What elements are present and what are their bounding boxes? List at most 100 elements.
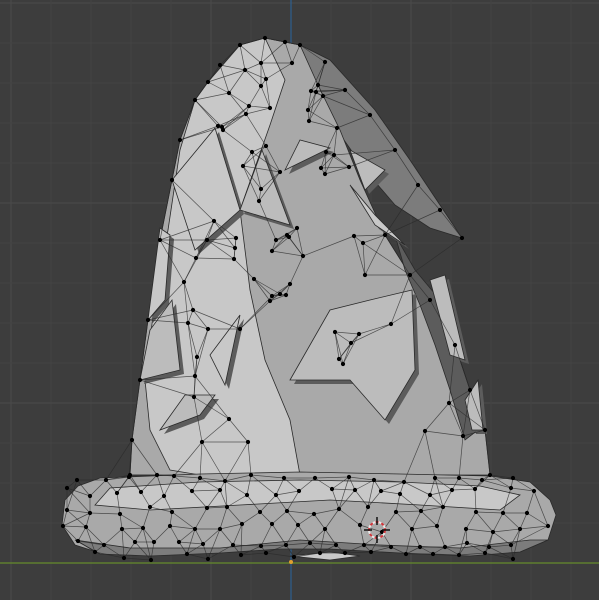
mesh-vertex[interactable] (117, 511, 123, 517)
mesh-vertex[interactable] (245, 439, 251, 445)
mesh-vertex[interactable] (249, 149, 255, 155)
mesh-vertex[interactable] (283, 292, 289, 298)
mesh-vertex[interactable] (263, 143, 269, 149)
mesh-vertex[interactable] (318, 165, 324, 171)
mesh-vertex[interactable] (145, 317, 151, 323)
mesh-vertex[interactable] (351, 233, 357, 239)
mesh-vertex[interactable] (510, 475, 516, 481)
mesh-vertex[interactable] (464, 540, 470, 546)
mesh-vertex[interactable] (154, 472, 160, 478)
mesh-vertex[interactable] (237, 326, 243, 332)
mesh-vertex[interactable] (360, 240, 366, 246)
mesh-vertex[interactable] (140, 525, 146, 531)
mesh-vertex[interactable] (244, 492, 250, 498)
mesh-vertex[interactable] (346, 164, 352, 170)
mesh-vertex[interactable] (418, 508, 424, 514)
mesh-vertex[interactable] (262, 35, 268, 41)
mesh-vertex[interactable] (87, 493, 93, 499)
mesh-vertex[interactable] (226, 90, 232, 96)
mesh-vertex[interactable] (291, 554, 297, 560)
mesh-vertex[interactable] (417, 544, 423, 550)
mesh-vertex[interactable] (446, 400, 452, 406)
mesh-vertex[interactable] (167, 523, 173, 529)
mesh-vertex[interactable] (437, 207, 443, 213)
mesh-vertex[interactable] (313, 89, 319, 95)
mesh-vertex[interactable] (189, 488, 195, 494)
mesh-vertex[interactable] (434, 523, 440, 529)
mesh-vertex[interactable] (238, 552, 244, 558)
mesh-vertex[interactable] (197, 475, 203, 481)
mesh-vertex[interactable] (132, 539, 138, 545)
mesh-vertex[interactable] (365, 504, 371, 510)
mesh-vertex[interactable] (392, 147, 398, 153)
mesh-vertex[interactable] (129, 437, 135, 443)
mesh-vertex[interactable] (161, 493, 167, 499)
mesh-vertex[interactable] (258, 186, 264, 192)
mesh-vertex[interactable] (545, 523, 551, 529)
mesh-vertex[interactable] (119, 526, 125, 532)
mesh-vertex[interactable] (230, 542, 236, 548)
mesh-vertex[interactable] (289, 60, 295, 66)
mesh-vertex[interactable] (193, 255, 199, 261)
mesh-vertex[interactable] (401, 479, 407, 485)
mesh-vertex[interactable] (169, 509, 175, 515)
mesh-vertex[interactable] (479, 477, 485, 483)
mesh-vertex[interactable] (378, 488, 384, 494)
mesh-vertex[interactable] (333, 542, 339, 548)
mesh-vertex[interactable] (169, 177, 175, 183)
mesh-vertex[interactable] (407, 272, 413, 278)
mesh-vertex[interactable] (388, 544, 394, 550)
mesh-vertex[interactable] (294, 225, 300, 231)
mesh-vertex[interactable] (531, 488, 537, 494)
mesh-vertex[interactable] (283, 542, 289, 548)
mesh-vertex[interactable] (500, 510, 506, 516)
mesh-vertex[interactable] (346, 474, 352, 480)
mesh-vertex[interactable] (306, 118, 312, 124)
mesh-vertex[interactable] (263, 550, 269, 556)
viewport-canvas[interactable] (0, 0, 599, 600)
mesh-vertex[interactable] (246, 103, 252, 109)
mesh-vertex[interactable] (460, 433, 466, 439)
wizard-hat-mesh[interactable] (60, 35, 557, 563)
mesh-vertex[interactable] (508, 485, 514, 491)
mesh-vertex[interactable] (257, 509, 263, 515)
mesh-vertex[interactable] (322, 59, 328, 65)
mesh-vertex[interactable] (251, 276, 257, 282)
mesh-vertex[interactable] (459, 235, 465, 241)
mesh-vertex[interactable] (226, 416, 232, 422)
mesh-vertex[interactable] (331, 152, 337, 158)
mesh-vertex[interactable] (427, 492, 433, 498)
mesh-vertex[interactable] (510, 556, 516, 562)
mesh-vertex[interactable] (219, 124, 225, 130)
mesh-vertex[interactable] (388, 321, 394, 327)
mesh-vertex[interactable] (239, 521, 245, 527)
mesh-vertex[interactable] (287, 281, 293, 287)
mesh-vertex[interactable] (240, 163, 246, 169)
mesh-vertex[interactable] (315, 82, 321, 88)
mesh-vertex[interactable] (200, 541, 206, 547)
mesh-vertex[interactable] (185, 320, 191, 326)
mesh-vertex[interactable] (281, 475, 287, 481)
mesh-vertex[interactable] (204, 505, 210, 511)
mesh-vertex[interactable] (284, 508, 290, 514)
mesh-vertex[interactable] (362, 272, 368, 278)
mesh-vertex[interactable] (194, 354, 200, 360)
mesh-vertex[interactable] (300, 253, 306, 259)
mesh-vertex[interactable] (348, 340, 354, 346)
mesh-vertex[interactable] (282, 39, 288, 45)
mesh-vertex[interactable] (263, 76, 269, 82)
mesh-vertex[interactable] (342, 87, 348, 93)
mesh-vertex[interactable] (322, 526, 328, 532)
mesh-vertex[interactable] (449, 487, 455, 493)
mesh-vertex[interactable] (258, 543, 264, 549)
mesh-vertex[interactable] (472, 486, 478, 492)
mesh-vertex[interactable] (192, 373, 198, 379)
mesh-vertex[interactable] (490, 529, 496, 535)
mesh-vertex[interactable] (269, 293, 275, 299)
mesh-vertex[interactable] (114, 490, 120, 496)
mesh-vertex[interactable] (284, 232, 290, 238)
mesh-vertex[interactable] (190, 307, 196, 313)
mesh-vertex[interactable] (224, 504, 230, 510)
mesh-vertex[interactable] (231, 256, 237, 262)
mesh-vertex[interactable] (340, 361, 346, 367)
